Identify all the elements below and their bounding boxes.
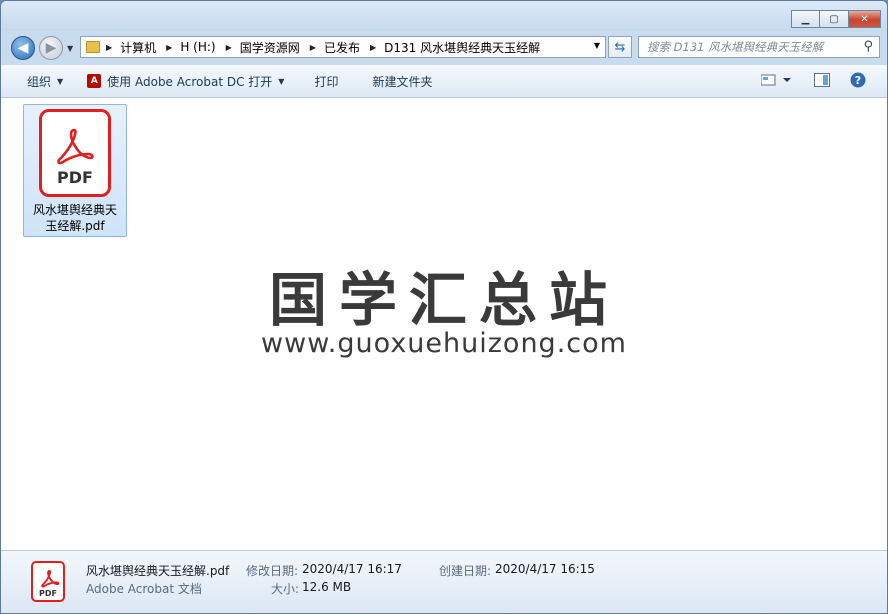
- print-button[interactable]: 打印: [306, 69, 346, 93]
- change-view-button[interactable]: [760, 73, 791, 90]
- search-icon[interactable]: ⚲: [863, 39, 873, 54]
- acrobat-icon: A: [87, 74, 102, 88]
- breadcrumb: ▶ 计算机 ▶ H (H:) ▶ 国学资源网 ▶ 已发布 ▶ D131 风水堪舆…: [106, 39, 550, 56]
- pdf-file-icon: PDF: [39, 109, 111, 197]
- preview-pane-button[interactable]: [814, 73, 830, 90]
- acrobat-logo-icon: [41, 569, 60, 588]
- arrow-left-icon: ◀: [17, 40, 29, 56]
- recent-pages-dropdown[interactable]: ▼: [67, 44, 73, 53]
- file-name-line1: 风水堪舆经典天: [32, 203, 117, 217]
- window-controls: ▁ ▢ ✕: [791, 10, 881, 28]
- detail-filetype: Adobe Acrobat 文档: [86, 582, 202, 596]
- chevron-down-icon: ▼: [278, 76, 285, 86]
- help-icon: ?: [850, 72, 866, 88]
- refresh-button[interactable]: ⇆: [608, 36, 632, 58]
- preview-pane-icon: [814, 73, 830, 87]
- file-name-line2: 玉经解.pdf: [45, 219, 105, 233]
- detail-modified-value: 2020/4/17 16:17: [302, 562, 402, 576]
- maximize-button[interactable]: ▢: [820, 10, 849, 28]
- view-icon: [760, 74, 791, 86]
- open-with-label: 使用 Adobe Acrobat DC 打开: [107, 74, 273, 89]
- svg-text:?: ?: [855, 74, 861, 87]
- detail-created-label: 创建日期:: [439, 564, 492, 578]
- address-bar[interactable]: ▶ 计算机 ▶ H (H:) ▶ 国学资源网 ▶ 已发布 ▶ D131 风水堪舆…: [80, 36, 606, 58]
- acrobat-logo-icon: [57, 128, 94, 165]
- address-dropdown-icon[interactable]: ▼: [594, 41, 600, 50]
- breadcrumb-guoxue[interactable]: 国学资源网: [240, 39, 300, 56]
- detail-filename: 风水堪舆经典天玉经解.pdf: [86, 564, 230, 578]
- breadcrumb-drive-h[interactable]: H (H:): [180, 40, 215, 54]
- chevron-right-icon[interactable]: ▶: [226, 43, 232, 52]
- organize-menu[interactable]: 组织 ▼: [19, 69, 71, 93]
- breadcrumb-computer[interactable]: 计算机: [120, 39, 156, 56]
- breadcrumb-published[interactable]: 已发布: [324, 39, 360, 56]
- pdf-label: PDF: [57, 168, 93, 187]
- title-bar[interactable]: ▁ ▢ ✕: [1, 1, 887, 31]
- chevron-down-icon: ▼: [57, 76, 64, 86]
- minimize-button[interactable]: ▁: [791, 10, 820, 28]
- pdf-label: PDF: [39, 589, 57, 598]
- detail-size-label: 大小:: [271, 582, 300, 596]
- pdf-file-icon: PDF: [31, 561, 65, 602]
- new-folder-label: 新建文件夹: [372, 74, 433, 89]
- file-item[interactable]: PDF 风水堪舆经典天 玉经解.pdf: [23, 104, 127, 237]
- new-folder-button[interactable]: 新建文件夹: [364, 69, 440, 93]
- chevron-right-icon[interactable]: ▶: [310, 43, 316, 52]
- navigation-bar: ◀ ▶ ▼ ▶ 计算机 ▶ H (H:) ▶ 国学资源网 ▶ 已发布 ▶ D13…: [1, 31, 887, 63]
- chevron-right-icon[interactable]: ▶: [106, 43, 112, 52]
- watermark-url: www.guoxuehuizong.com: [261, 328, 627, 359]
- organize-label: 组织: [27, 74, 52, 89]
- search-input[interactable]: [647, 40, 859, 54]
- file-name: 风水堪舆经典天 玉经解.pdf: [26, 202, 124, 234]
- chevron-right-icon[interactable]: ▶: [166, 43, 172, 52]
- search-box[interactable]: ⚲: [638, 36, 880, 58]
- refresh-icon: ⇆: [614, 39, 626, 55]
- command-bar: 组织 ▼ A 使用 Adobe Acrobat DC 打开 ▼ 打印 新建文件夹: [1, 65, 887, 98]
- watermark-title: 国学汇总站: [268, 266, 619, 334]
- arrow-right-icon: ▶: [45, 40, 57, 56]
- explorer-window: ▁ ▢ ✕ ◀ ▶ ▼ ▶ 计算机 ▶ H (H:) ▶ 国学资源网 ▶ 已发布…: [0, 0, 888, 614]
- close-button[interactable]: ✕: [849, 10, 881, 28]
- help-button[interactable]: ?: [850, 72, 866, 91]
- chevron-right-icon[interactable]: ▶: [370, 43, 376, 52]
- detail-modified-label: 修改日期:: [246, 564, 299, 578]
- open-with-button[interactable]: A 使用 Adobe Acrobat DC 打开 ▼: [79, 69, 292, 93]
- details-pane: PDF 风水堪舆经典天玉经解.pdf Adobe Acrobat 文档 修改日期…: [1, 550, 887, 613]
- breadcrumb-current-folder[interactable]: D131 风水堪舆经典天玉经解: [384, 39, 540, 56]
- back-button[interactable]: ◀: [11, 36, 35, 60]
- detail-created-value: 2020/4/17 16:15: [495, 562, 595, 576]
- forward-button[interactable]: ▶: [39, 36, 63, 60]
- detail-size-value: 12.6 MB: [302, 580, 352, 594]
- file-list-pane[interactable]: PDF 风水堪舆经典天 玉经解.pdf 国学汇总站 www.guoxuehuiz…: [1, 98, 887, 550]
- print-label: 打印: [314, 74, 339, 89]
- folder-icon: [86, 41, 100, 53]
